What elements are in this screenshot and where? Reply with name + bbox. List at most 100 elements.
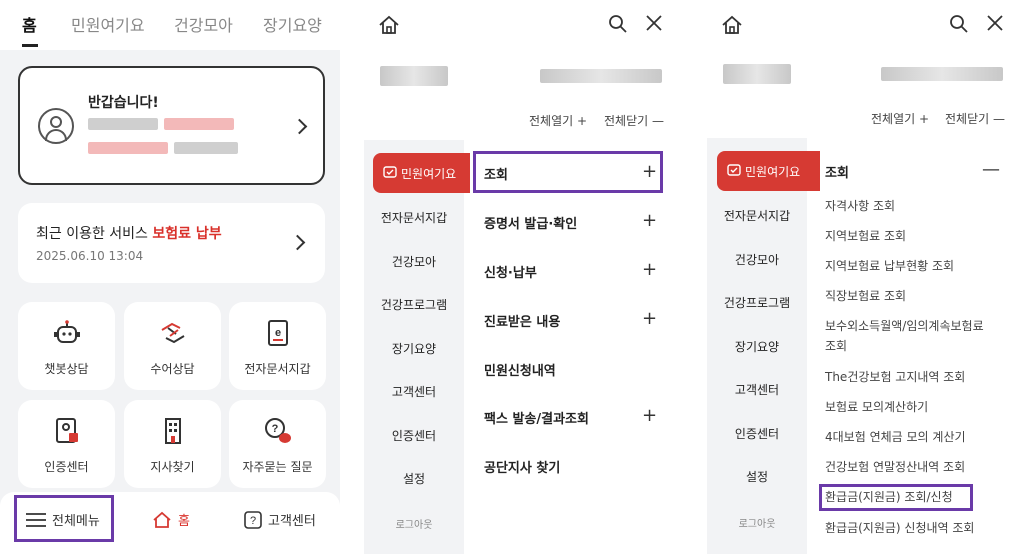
tile-label: 지사찾기 xyxy=(150,460,195,474)
chevron-right-icon xyxy=(289,234,306,251)
tile-certificate-center[interactable]: 인증센터 xyxy=(18,400,115,488)
tile-sign-language[interactable]: 수어상담 xyxy=(124,302,221,390)
blurred-user-info xyxy=(164,118,234,130)
expand-all-button[interactable]: 전체열기 + xyxy=(529,112,587,129)
menu-treatment-history[interactable]: 진료받은 내용 xyxy=(484,311,560,330)
menu-fax[interactable]: 팩스 발송/결과조회 xyxy=(484,408,589,427)
category-health-program[interactable]: 건강프로그램 xyxy=(707,294,807,311)
submenu-regional-payment-status[interactable]: 지역보험료 납부현황 조회 xyxy=(825,256,954,276)
submenu-workplace-premium[interactable]: 직장보험료 조회 xyxy=(825,286,906,306)
blurred-user-detail xyxy=(88,142,168,154)
tile-e-document-wallet[interactable]: e 전자문서지갑 xyxy=(229,302,326,390)
highlight-refund-inquiry xyxy=(819,484,973,511)
category-longterm-care[interactable]: 장기요양 xyxy=(364,340,464,357)
customer-center-label: 고객센터 xyxy=(268,514,316,529)
tab-home[interactable]: 홈 xyxy=(22,12,37,36)
collapse-all-button[interactable]: 전체닫기 — xyxy=(945,110,1005,127)
blurred-user-name xyxy=(723,64,791,84)
home-label: 홈 xyxy=(178,514,190,529)
category-e-doc[interactable]: 전자문서지갑 xyxy=(707,207,807,224)
category-e-doc[interactable]: 전자문서지갑 xyxy=(364,209,464,226)
collapse-all-button[interactable]: 전체닫기 — xyxy=(604,112,664,129)
close-icon[interactable] xyxy=(645,14,663,32)
help-icon: ? xyxy=(244,510,262,529)
minwon-icon xyxy=(727,164,741,176)
blurred-user-extra xyxy=(174,142,238,154)
blurred-user-id xyxy=(540,69,662,83)
tab-health[interactable]: 건강모아 xyxy=(174,12,233,36)
highlight-inquiry xyxy=(473,151,663,193)
tile-label: 인증센터 xyxy=(44,460,89,474)
menu-inquiry-expanded[interactable]: 조회 xyxy=(825,162,849,181)
category-settings[interactable]: 설정 xyxy=(364,470,464,487)
svg-text:e: e xyxy=(274,327,280,339)
tile-label: 자주묻는 질문 xyxy=(242,460,313,474)
menu-certificate[interactable]: 증명서 발급·확인 xyxy=(484,213,577,232)
home-icon[interactable] xyxy=(721,14,743,36)
collapse-minus-icon[interactable]: — xyxy=(982,161,1000,179)
welcome-greeting: 반갑습니다! xyxy=(88,95,159,111)
tile-faq[interactable]: ? 자주묻는 질문 xyxy=(229,400,326,488)
category-cert-center[interactable]: 인증센터 xyxy=(364,427,464,444)
building-icon xyxy=(164,418,181,444)
recent-service-date: 2025.06.10 13:04 xyxy=(36,249,144,263)
menu-application-payment[interactable]: 신청·납부 xyxy=(484,262,537,281)
customer-center-button[interactable]: ? 고객센터 xyxy=(244,510,316,529)
svg-text:?: ? xyxy=(250,515,256,527)
menu-request-history[interactable]: 민원신청내역 xyxy=(484,360,556,379)
home-button[interactable]: 홈 xyxy=(152,510,190,529)
tab-longterm-care[interactable]: 장기요양 xyxy=(263,12,322,36)
recent-service-card[interactable]: 최근 이용한 서비스 보험료 납부 2025.06.10 13:04 xyxy=(18,203,325,283)
submenu-year-end-settlement[interactable]: 건강보험 연말정산내역 조회 xyxy=(825,457,965,477)
category-customer-center[interactable]: 고객센터 xyxy=(707,381,807,398)
category-longterm-care[interactable]: 장기요양 xyxy=(707,338,807,355)
close-icon[interactable] xyxy=(986,14,1004,32)
expand-plus-icon[interactable]: + xyxy=(642,310,657,328)
highlight-all-menu xyxy=(14,495,114,542)
category-health[interactable]: 건강모아 xyxy=(364,253,464,270)
category-settings[interactable]: 설정 xyxy=(707,468,807,485)
home-icon[interactable] xyxy=(378,14,400,36)
inquiry-submenu-screen: 전체열기 + 전체닫기 — 민원여기요 전자문서지갑 건강모아 건강프로그램 장… xyxy=(707,0,1023,554)
submenu-premium-simulation[interactable]: 보험료 모의계산하기 xyxy=(825,397,928,417)
submenu-refund-history[interactable]: 환급금(지원금) 신청내역 조회 xyxy=(825,518,974,538)
faq-icon: ? xyxy=(264,418,291,443)
category-customer-center[interactable]: 고객센터 xyxy=(364,383,464,400)
svg-text:?: ? xyxy=(271,423,278,435)
home-icon xyxy=(153,511,171,528)
tile-label: 챗봇상담 xyxy=(44,362,89,376)
submenu-notice-history[interactable]: The건강보험 고지내역 조회 xyxy=(825,367,965,387)
category-health-program[interactable]: 건강프로그램 xyxy=(364,296,464,313)
menu-branch-finder[interactable]: 공단지사 찾기 xyxy=(484,457,560,476)
recent-service-label: 최근 이용한 서비스 보험료 납부 xyxy=(36,226,222,242)
logout-button[interactable]: 로그아웃 xyxy=(707,515,807,530)
tile-label: 전자문서지갑 xyxy=(244,362,311,376)
top-tab-bar: 홈 민원여기요 건강모아 장기요양 xyxy=(0,0,340,50)
submenu-extra-income-premium-cont[interactable]: 조회 xyxy=(825,336,847,356)
active-tab-indicator xyxy=(22,44,38,47)
full-menu-screen: 전체열기 + 전체닫기 — 민원여기요 전자문서지갑 건강모아 건강프로그램 장… xyxy=(364,0,678,554)
tab-minwon[interactable]: 민원여기요 xyxy=(71,12,145,36)
category-cert-center[interactable]: 인증센터 xyxy=(707,425,807,442)
submenu-qualification[interactable]: 자격사항 조회 xyxy=(825,196,895,216)
tile-label: 수어상담 xyxy=(150,362,195,376)
category-minwon-active[interactable]: 민원여기요 xyxy=(717,151,820,191)
tile-branch-finder[interactable]: 지사찾기 xyxy=(124,400,221,488)
expand-plus-icon[interactable]: + xyxy=(642,212,657,230)
submenu-extra-income-premium[interactable]: 보수외소득월액/임의계속보험료 xyxy=(825,316,984,336)
search-icon[interactable] xyxy=(949,14,969,34)
expand-all-button[interactable]: 전체열기 + xyxy=(871,110,929,127)
expand-plus-icon[interactable]: + xyxy=(642,261,657,279)
category-health[interactable]: 건강모아 xyxy=(707,251,807,268)
tile-chatbot[interactable]: 챗봇상담 xyxy=(18,302,115,390)
expand-plus-icon[interactable]: + xyxy=(642,407,657,425)
chatbot-icon xyxy=(53,320,80,343)
submenu-regional-premium[interactable]: 지역보험료 조회 xyxy=(825,226,906,246)
e-document-icon: e xyxy=(267,320,288,346)
welcome-card[interactable]: 반갑습니다! xyxy=(18,66,325,185)
logout-button[interactable]: 로그아웃 xyxy=(364,516,464,531)
blurred-user-name xyxy=(88,118,158,130)
search-icon[interactable] xyxy=(608,14,628,34)
submenu-arrears-calculator[interactable]: 4대보험 연체금 모의 계산기 xyxy=(825,427,966,447)
category-minwon-active[interactable]: 민원여기요 xyxy=(373,153,470,193)
